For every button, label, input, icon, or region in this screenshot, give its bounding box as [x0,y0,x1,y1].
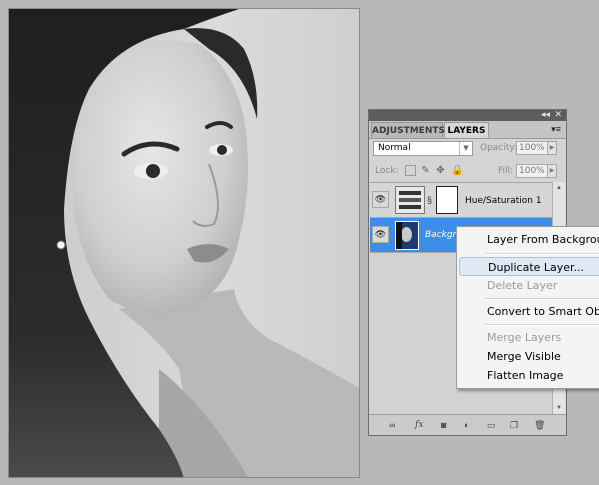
opacity-field[interactable]: 100% [516,141,548,155]
panel-title-bar[interactable]: ◂◂ ✕ [369,110,566,121]
visibility-eye-icon[interactable]: 👁 [372,191,389,208]
layer-context-menu: Layer From Background... Duplicate Layer… [456,226,599,389]
panel-tabs: ADJUSTMENTS LAYERS ▾≡ [369,121,566,139]
link-icon[interactable]: ∞ [389,419,395,431]
lock-position-icon[interactable]: ✥ [435,165,446,176]
tab-layers[interactable]: LAYERS [444,122,489,138]
fx-icon[interactable]: fx [415,419,423,431]
blend-mode-value: Normal [378,143,411,153]
document-canvas[interactable] [8,8,360,478]
portrait-photo [9,9,359,477]
chevron-down-icon: ▼ [459,142,472,155]
menu-item-duplicate-layer[interactable]: Duplicate Layer... [459,257,599,276]
visibility-eye-icon[interactable]: 👁 [372,226,389,243]
layer-mask-thumbnail[interactable] [436,186,458,214]
menu-separator [485,253,599,255]
lock-all-icon[interactable]: 🔒 [451,165,463,176]
folder-icon[interactable]: ▭ [487,419,496,431]
collapse-panel-button[interactable]: ◂◂ [541,110,550,121]
lock-label: Lock: [375,166,399,176]
tab-adjustments[interactable]: ADJUSTMENTS [371,122,445,138]
layer-name-hue-saturation[interactable]: Hue/Saturation 1 [465,196,542,206]
menu-item-delete-layer[interactable]: Delete Layer [459,276,599,295]
panel-bottom-toolbar: ∞ fx ◙ ◐ ▭ ❐ 🗑 [369,414,566,435]
scroll-up-icon[interactable]: ▲ [553,182,565,194]
panel-menu-icon[interactable]: ▾≡ [549,123,563,135]
menu-separator [485,298,599,300]
menu-separator [485,324,599,326]
menu-item-flatten-image[interactable]: Flatten Image [459,366,599,385]
fill-field[interactable]: 100% [516,164,548,178]
scroll-down-icon[interactable]: ▼ [553,402,565,414]
menu-item-convert-to-smart-object[interactable]: Convert to Smart Object [459,302,599,321]
menu-item-merge-layers[interactable]: Merge Layers [459,328,599,347]
lock-brush-icon[interactable]: ✎ [420,165,431,176]
mask-icon[interactable]: ◙ [441,419,446,431]
blend-mode-select[interactable]: Normal ▼ [373,141,473,156]
chain-link-icon[interactable]: § [427,195,432,205]
opacity-slider-arrow-icon[interactable]: ▶ [548,141,557,155]
adjustment-layer-thumbnail-icon [395,186,425,214]
lock-transparency-icon[interactable] [405,165,416,176]
opacity-label: Opacity: [480,143,517,153]
menu-item-layer-from-background[interactable]: Layer From Background... [459,230,599,249]
close-panel-button[interactable]: ✕ [554,110,562,121]
new-layer-icon[interactable]: ❐ [510,419,518,431]
fill-label: Fill: [498,166,514,176]
layer-row-hue-saturation[interactable]: 👁 § Hue/Saturation 1 [370,183,554,218]
trash-icon[interactable]: 🗑 [534,419,545,431]
adjustment-icon[interactable]: ◐ [464,419,469,431]
menu-item-merge-visible[interactable]: Merge Visible [459,347,599,366]
background-layer-thumbnail [395,221,419,250]
fill-slider-arrow-icon[interactable]: ▶ [548,164,557,178]
